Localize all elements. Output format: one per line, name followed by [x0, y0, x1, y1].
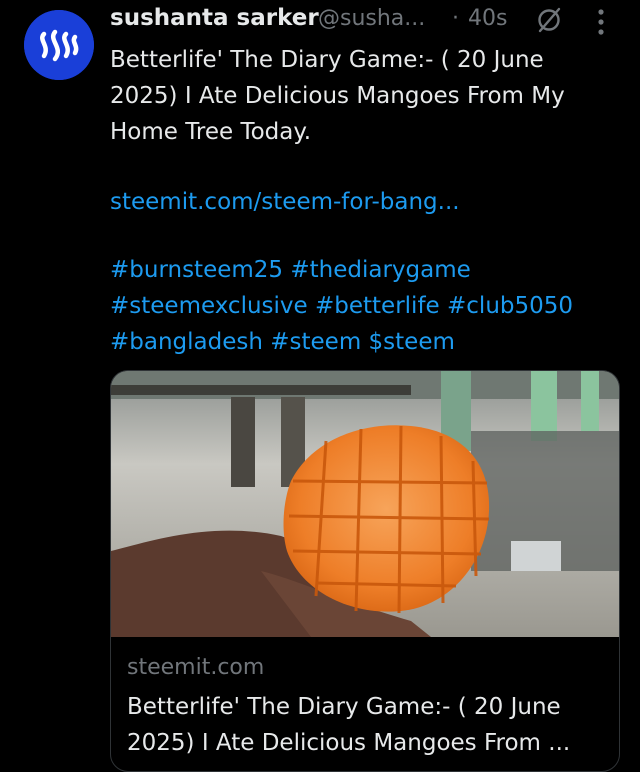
hashtag[interactable]: #thediarygame — [290, 257, 470, 283]
timestamp[interactable]: 40s — [468, 6, 507, 31]
tweet-content[interactable]: sushanta sarker @susha... · 40s Betterli… — [110, 0, 622, 355]
cashtag[interactable]: $steem — [369, 329, 455, 355]
grok-icon[interactable] — [535, 6, 563, 34]
tweet-link[interactable]: steemit.com/steem-for-bang... — [110, 184, 460, 220]
steem-logo-icon — [24, 10, 94, 80]
hashtag[interactable]: #club5050 — [447, 293, 573, 319]
hashtag[interactable]: #steemexclusive — [110, 293, 308, 319]
user-handle[interactable]: @susha... — [318, 6, 425, 31]
card-domain: steemit.com — [127, 655, 265, 680]
tweet-header: sushanta sarker @susha... · 40s — [110, 0, 622, 40]
display-name[interactable]: sushanta sarker — [110, 5, 319, 31]
hashtag-list: #burnsteem25 #thediarygame #steemexclusi… — [110, 252, 620, 360]
more-options-icon[interactable] — [597, 8, 605, 38]
link-preview-card[interactable]: steemit.com Betterlife' The Diary Game:-… — [110, 370, 620, 772]
separator-dot: · — [452, 6, 459, 31]
card-title: Betterlife' The Diary Game:- ( 20 June 2… — [127, 694, 571, 756]
hashtag[interactable]: #burnsteem25 — [110, 257, 283, 283]
card-image — [111, 371, 619, 637]
hashtag[interactable]: #steem — [270, 329, 361, 355]
tweet-text: Betterlife' The Diary Game:- ( 20 June 2… — [110, 47, 565, 145]
hashtag[interactable]: #betterlife — [315, 293, 440, 319]
hashtag[interactable]: #bangladesh — [110, 329, 263, 355]
avatar[interactable] — [24, 10, 94, 80]
